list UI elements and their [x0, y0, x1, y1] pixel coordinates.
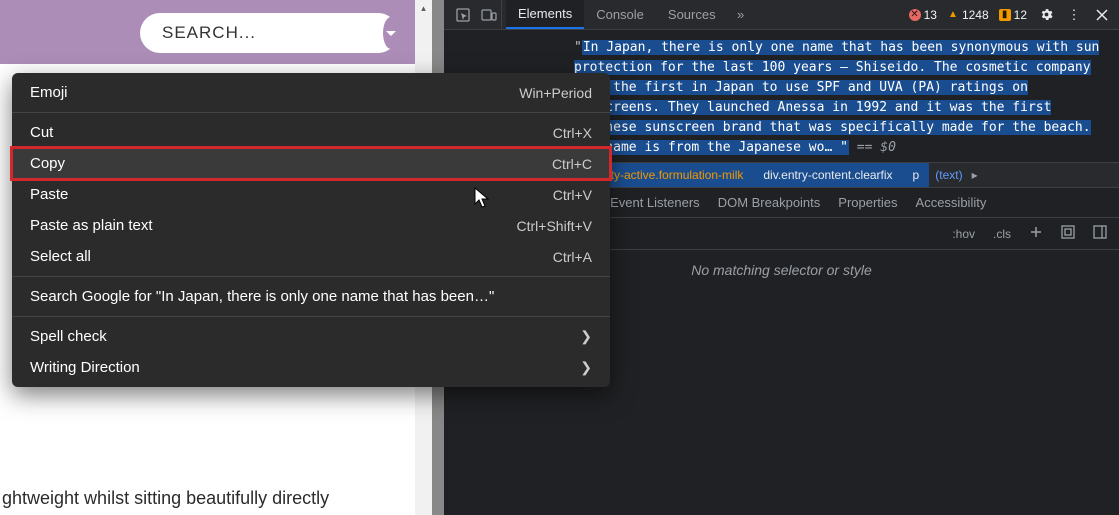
close-devtools-icon[interactable] [1089, 2, 1115, 28]
device-toggle-icon[interactable] [476, 0, 502, 29]
menu-label: Emoji [30, 84, 68, 101]
computed-styles-icon[interactable] [1057, 223, 1079, 244]
tab-dom-breakpoints[interactable]: DOM Breakpoints [718, 195, 821, 210]
context-menu: Emoji Win+Period Cut Ctrl+X Copy Ctrl+C … [12, 73, 610, 387]
scroll-up-button[interactable]: ▴ [415, 0, 432, 17]
menu-search-google[interactable]: Search Google for "In Japan, there is on… [12, 281, 610, 312]
selected-dom-text: In Japan, there is only one name that ha… [574, 40, 1099, 155]
breadcrumb-seg-3[interactable]: p [903, 163, 930, 187]
breadcrumb-seg-4[interactable]: (text) [929, 168, 968, 182]
kebab-icon[interactable]: ⋮ [1061, 2, 1087, 28]
hov-toggle[interactable]: :hov [948, 225, 979, 243]
menu-label: Select all [30, 248, 91, 265]
new-style-rule-icon[interactable] [1025, 223, 1047, 244]
error-icon: ✕ [909, 9, 921, 21]
tab-elements[interactable]: Elements [506, 0, 584, 29]
menu-shortcut: Ctrl+V [553, 187, 592, 203]
menu-divider [12, 276, 610, 277]
search-input[interactable] [162, 23, 383, 43]
menu-spell-check[interactable]: Spell check ❯ [12, 321, 610, 352]
menu-writing-direction[interactable]: Writing Direction ❯ [12, 352, 610, 383]
breadcrumb-seg-2[interactable]: div.entry-content.clearfix [753, 163, 902, 187]
menu-paste[interactable]: Paste Ctrl+V [12, 179, 610, 210]
warning-icon: ▲ [947, 9, 959, 21]
menu-label: Search Google for "In Japan, there is on… [30, 288, 494, 305]
errors-badge[interactable]: ✕ 13 [905, 8, 941, 22]
menu-label: Copy [30, 155, 65, 172]
chevron-down-icon [383, 25, 399, 41]
toggle-sidebar-icon[interactable] [1089, 223, 1111, 244]
search-dropdown-button[interactable] [383, 17, 399, 49]
menu-shortcut: Win+Period [519, 85, 592, 101]
menu-label: Spell check [30, 328, 107, 345]
menu-label: Writing Direction [30, 359, 140, 376]
tab-properties[interactable]: Properties [838, 195, 897, 210]
menu-copy[interactable]: Copy Ctrl+C [12, 148, 610, 179]
menu-divider [12, 316, 610, 317]
warnings-badge[interactable]: ▲ 1248 [943, 8, 993, 22]
menu-shortcut: Ctrl+A [553, 249, 592, 265]
tab-console[interactable]: Console [584, 0, 656, 29]
menu-cut[interactable]: Cut Ctrl+X [12, 117, 610, 148]
menu-label: Paste [30, 186, 68, 203]
errors-count: 13 [924, 8, 937, 22]
menu-shortcut: Ctrl+Shift+V [517, 218, 592, 234]
warnings-count: 1248 [962, 8, 989, 22]
message-icon: ▮ [999, 9, 1011, 21]
messages-count: 12 [1014, 8, 1027, 22]
tab-accessibility[interactable]: Accessibility [916, 195, 987, 210]
more-tabs-icon[interactable]: » [728, 0, 754, 29]
menu-label: Paste as plain text [30, 217, 153, 234]
menu-shortcut: Ctrl+X [553, 125, 592, 141]
menu-label: Cut [30, 124, 53, 141]
menu-paste-plain[interactable]: Paste as plain text Ctrl+Shift+V [12, 210, 610, 241]
menu-select-all[interactable]: Select all Ctrl+A [12, 241, 610, 272]
menu-divider [12, 112, 610, 113]
menu-emoji[interactable]: Emoji Win+Period [12, 77, 610, 108]
inspect-icon[interactable] [450, 0, 476, 29]
settings-icon[interactable] [1033, 2, 1059, 28]
devtools-tabstrip: Elements Console Sources » ✕ 13 ▲ 1248 ▮… [444, 0, 1119, 30]
submenu-arrow-icon: ❯ [580, 328, 592, 345]
cls-toggle[interactable]: .cls [989, 225, 1015, 243]
tab-sources[interactable]: Sources [656, 0, 728, 29]
search-field[interactable] [140, 13, 398, 53]
menu-shortcut: Ctrl+C [552, 156, 592, 172]
d0-marker: == $0 [849, 140, 896, 155]
page-body-text: ghtweight whilst sitting beautifully dir… [0, 488, 329, 509]
messages-badge[interactable]: ▮ 12 [995, 8, 1031, 22]
tab-event-listeners[interactable]: Event Listeners [610, 195, 700, 210]
breadcrumb-scroll-right-icon[interactable]: ▸ [969, 168, 981, 182]
page-header [0, 0, 432, 64]
submenu-arrow-icon: ❯ [580, 359, 592, 376]
